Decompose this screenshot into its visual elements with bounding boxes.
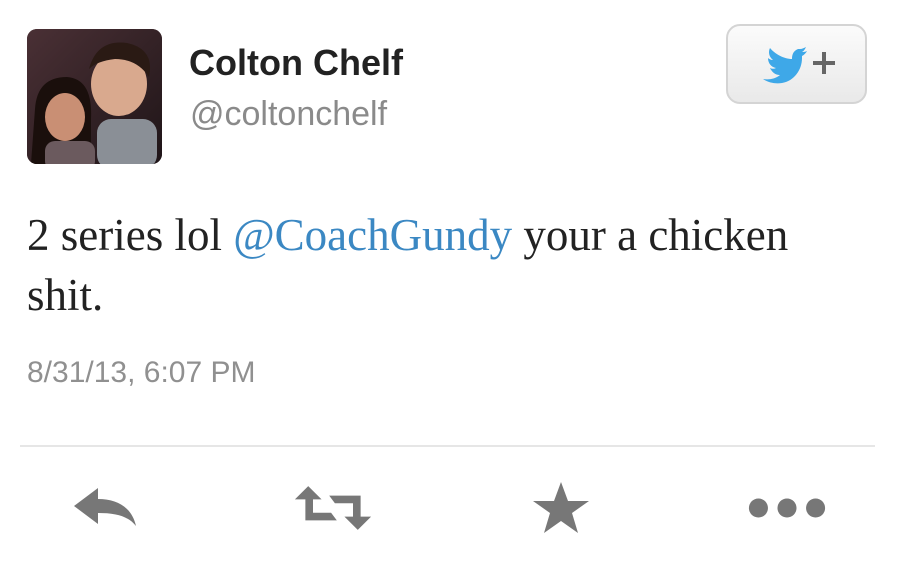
retweet-icon xyxy=(294,486,372,530)
author-handle[interactable]: @coltonchelf xyxy=(190,95,387,134)
avatar[interactable] xyxy=(27,29,162,164)
star-icon xyxy=(533,482,589,533)
tweet-card: Colton Chelf @coltonchelf 2 series lol @… xyxy=(0,0,900,575)
more-button[interactable] xyxy=(747,478,827,538)
follow-button[interactable] xyxy=(726,24,867,104)
favorite-button[interactable] xyxy=(521,478,601,538)
tweet-text-before: 2 series lol xyxy=(27,210,234,260)
mention-link[interactable]: @CoachGundy xyxy=(233,210,512,260)
divider xyxy=(20,445,875,447)
retweet-button[interactable] xyxy=(293,478,373,538)
author-name[interactable]: Colton Chelf xyxy=(189,42,403,84)
timestamp[interactable]: 8/31/13, 6:07 PM xyxy=(27,356,256,390)
tweet-text: 2 series lol @CoachGundy your a chicken … xyxy=(27,205,847,325)
reply-arrow-icon xyxy=(74,488,136,526)
twitter-bird-plus-icon xyxy=(762,47,835,84)
reply-button[interactable] xyxy=(65,478,145,538)
avatar-photo xyxy=(27,29,162,164)
more-dots-icon xyxy=(748,498,826,518)
